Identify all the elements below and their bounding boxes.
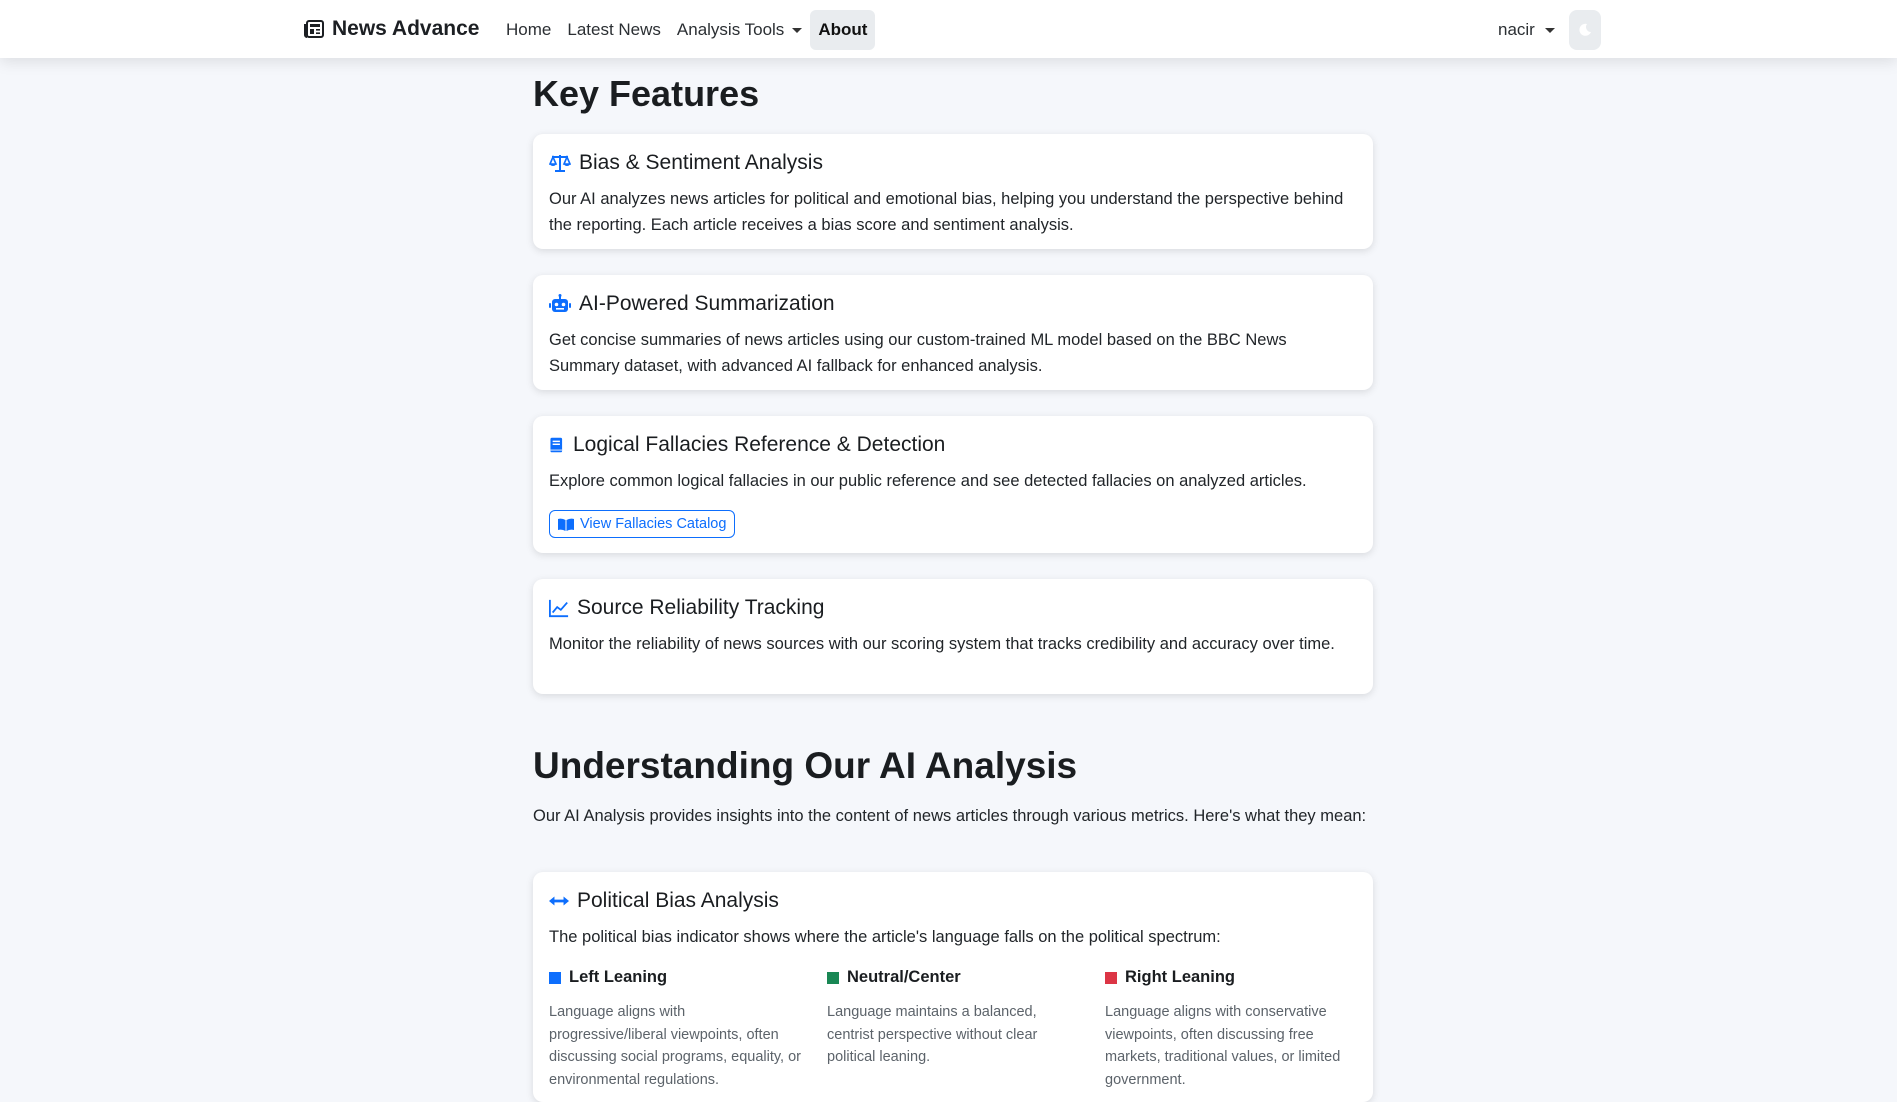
nav-analysis-tools[interactable]: Analysis Tools [669, 10, 810, 50]
nav-links: Home Latest News Analysis Tools About [498, 9, 876, 51]
feature-title-text: AI-Powered Summarization [579, 292, 835, 315]
political-bias-description: The political bias indicator shows where… [549, 928, 1221, 946]
center-color-swatch [827, 971, 839, 984]
nav-about[interactable]: About [810, 10, 876, 50]
feature-card-bias: Bias & Sentiment Analysis Our AI analyze… [533, 134, 1373, 249]
robot-icon [549, 294, 571, 312]
bias-head: Left Leaning [549, 968, 801, 987]
bias-desc: Language aligns with conservative viewpo… [1105, 1004, 1341, 1088]
navbar: News Advance Home Latest News Analysis T… [0, 0, 1897, 58]
scale-icon [549, 154, 571, 172]
chart-line-icon [549, 599, 569, 618]
political-bias-title-text: Political Bias Analysis [577, 889, 779, 912]
left-color-swatch [549, 971, 561, 984]
feature-title-text: Source Reliability Tracking [577, 596, 825, 619]
bias-columns: Left Leaning Language aligns with progre… [549, 968, 1357, 1091]
feature-title: AI-Powered Summarization [549, 291, 1357, 317]
bias-label: Right Leaning [1125, 968, 1235, 986]
book-icon [550, 437, 563, 453]
feature-title: Source Reliability Tracking [549, 595, 1357, 621]
brand-name: News Advance [332, 17, 480, 40]
feature-description: Monitor the reliability of news sources … [549, 635, 1335, 653]
view-fallacies-catalog-label: View Fallacies Catalog [580, 516, 727, 532]
bias-label: Neutral/Center [847, 968, 961, 986]
feature-card-summarization: AI-Powered Summarization Get concise sum… [533, 275, 1373, 390]
feature-title-text: Logical Fallacies Reference & Detection [573, 433, 946, 456]
ai-analysis-intro: Our AI Analysis provides insights into t… [533, 807, 1367, 825]
view-fallacies-catalog-button[interactable]: View Fallacies Catalog [549, 510, 736, 538]
political-bias-title: Political Bias Analysis [549, 888, 1357, 914]
bias-col-center: Neutral/Center Language maintains a bala… [827, 968, 1079, 1091]
bias-col-left: Left Leaning Language aligns with progre… [549, 968, 801, 1091]
bias-desc: Language aligns with progressive/liberal… [549, 1004, 801, 1088]
user-name: nacir [1498, 20, 1535, 39]
nav-right: nacir [1498, 9, 1601, 51]
right-color-swatch [1105, 971, 1117, 984]
theme-toggle-button[interactable] [1568, 10, 1601, 50]
feature-card-fallacies: Logical Fallacies Reference & Detection … [533, 416, 1373, 553]
nav-analysis-tools-label: Analysis Tools [676, 20, 785, 39]
feature-title-text: Bias & Sentiment Analysis [579, 151, 823, 174]
nav-home[interactable]: Home [498, 10, 559, 50]
feature-description: Our AI analyzes news articles for politi… [549, 190, 1344, 234]
arrows-left-right-icon [549, 896, 569, 906]
user-menu-toggle[interactable]: nacir [1498, 20, 1555, 40]
chevron-down-icon [1544, 27, 1555, 33]
feature-description: Explore common logical fallacies in our … [549, 472, 1307, 490]
bias-col-right: Right Leaning Language aligns with conse… [1105, 968, 1357, 1091]
feature-description: Get concise summaries of news articles u… [549, 331, 1287, 375]
open-book-icon [558, 518, 574, 531]
bias-label: Left Leaning [569, 968, 668, 986]
newspaper-icon [304, 20, 324, 38]
ai-analysis-title: Understanding Our AI Analysis [533, 745, 1078, 786]
feature-title: Logical Fallacies Reference & Detection [549, 432, 1357, 458]
brand-link[interactable]: News Advance [304, 15, 479, 43]
political-bias-card: Political Bias Analysis The political bi… [533, 872, 1373, 1102]
nav-latest-news[interactable]: Latest News [559, 10, 669, 50]
bias-head: Neutral/Center [827, 968, 1079, 987]
bias-desc: Language maintains a balanced, centrist … [827, 1004, 1038, 1065]
bias-head: Right Leaning [1105, 968, 1357, 987]
feature-card-source-reliability: Source Reliability Tracking Monitor the … [533, 579, 1373, 694]
moon-icon [1579, 23, 1591, 36]
chevron-down-icon [792, 27, 803, 33]
feature-title: Bias & Sentiment Analysis [549, 150, 1357, 176]
key-features-title: Key Features [533, 73, 760, 114]
